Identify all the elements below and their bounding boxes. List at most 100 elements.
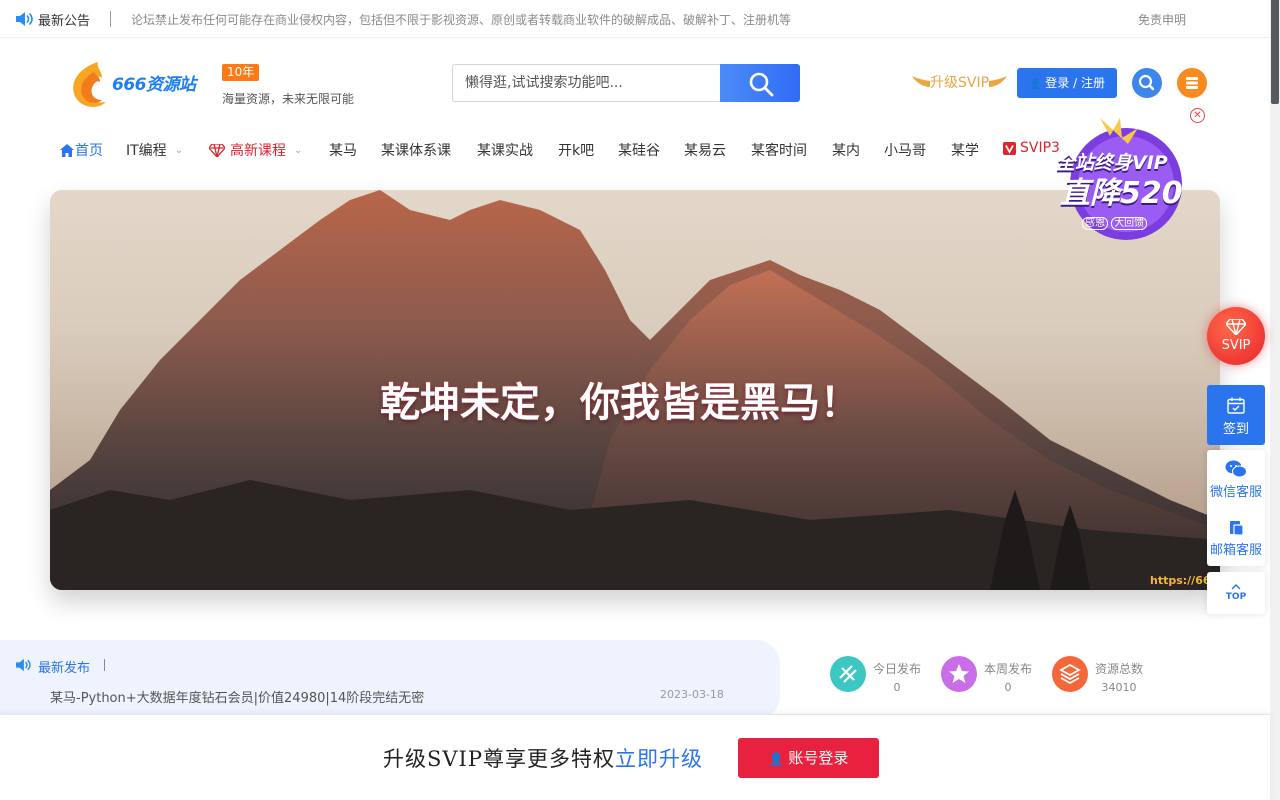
search-input[interactable] — [452, 64, 720, 102]
sidebar-checkin-button[interactable]: 签到 — [1207, 385, 1265, 445]
search-icon — [749, 72, 774, 97]
wechat-icon — [1225, 460, 1247, 478]
nav-label: 某课实战 — [477, 143, 533, 159]
divider — [104, 659, 105, 671]
search-icon — [1138, 74, 1155, 91]
week-publish-value: 0 — [1004, 681, 1012, 694]
sidebar-checkin-label: 签到 — [1222, 422, 1249, 437]
scrollbar-track[interactable] — [1270, 0, 1280, 800]
nav-item-geek-time[interactable]: 某客时间 — [751, 140, 807, 160]
bottom-upgrade-bar: 升级SVIP尊享更多特权立即升级 👤 账号登录 — [0, 714, 1270, 800]
upgrade-svip-link[interactable]: 升级SVIP — [912, 72, 1008, 92]
site-slogan: 海量资源，未来无限可能 — [222, 92, 355, 106]
latest-item-title[interactable]: 某马-Python+大数据年度钻石会员|价值24980|14阶段完结无密 — [50, 687, 424, 706]
today-publish-label: 今日发布 — [873, 662, 922, 676]
today-publish-value: 0 — [893, 681, 901, 694]
nav-item-netease-cloud[interactable]: 某易云 — [684, 140, 726, 160]
email-icon — [1230, 521, 1244, 536]
promo-line2: 直降520 — [1060, 176, 1183, 211]
upgrade-svip-label: 升级SVIP — [930, 75, 990, 91]
promo-tag1: 感恩 — [1082, 217, 1108, 230]
search-button[interactable] — [720, 64, 800, 102]
nav-label: IT编程 — [126, 143, 167, 159]
nav-item-moune[interactable]: 某内 — [832, 140, 860, 160]
vip-promo-badge[interactable]: 全站终身VIP 直降520 感恩 大回馈 — [1050, 110, 1200, 245]
sidebar-svip-button[interactable]: SVIP — [1207, 307, 1265, 365]
sidebar-svip-label: SVIP — [1221, 338, 1251, 353]
promo-tags: 感恩 大回馈 — [1082, 214, 1148, 230]
login-register-button[interactable]: 👤 登录 / 注册 — [1017, 68, 1117, 98]
speaker-icon — [16, 12, 33, 26]
header-menu-button[interactable] — [1177, 68, 1207, 98]
nav-label: 某客时间 — [751, 143, 807, 159]
total-resource-label: 资源总数 — [1095, 662, 1144, 676]
nav-item-home[interactable]: 首页 — [60, 140, 103, 160]
login-register-label: 登录 / 注册 — [1045, 76, 1105, 90]
search-box — [452, 64, 800, 102]
chevron-down-icon: ⌄ — [294, 144, 303, 156]
nav-label: 某课体系课 — [381, 143, 451, 159]
today-publish-icon — [830, 656, 866, 692]
nav-item-it-programming[interactable]: IT编程 ⌄ — [126, 140, 183, 160]
logo-flame-icon — [73, 62, 106, 107]
nav-label: 某易云 — [684, 143, 726, 159]
account-login-button[interactable]: 👤 账号登录 — [738, 738, 879, 778]
back-to-top-button[interactable]: TOP — [1207, 572, 1265, 614]
upgrade-now-link[interactable]: 立即升级 — [615, 747, 703, 771]
sidebar-email-service[interactable]: 邮箱客服 — [1207, 520, 1265, 558]
total-resource-value: 34010 — [1101, 681, 1137, 694]
nav-item-kaikeba[interactable]: 开k吧 — [558, 140, 594, 160]
vip-badge-icon — [1003, 141, 1016, 155]
nav-item-practical-course[interactable]: 某课实战 — [477, 140, 533, 160]
logo-text: 666资源站 — [112, 75, 196, 95]
star-icon — [941, 656, 977, 692]
sidebar-email-label: 邮箱客服 — [1209, 543, 1262, 558]
disclaimer-link[interactable]: 免责申明 — [1138, 11, 1186, 28]
site-logo[interactable]: 666资源站 — [68, 58, 208, 110]
years-badge: 10年 — [222, 64, 260, 81]
menu-icon — [1186, 77, 1198, 89]
speaker-icon — [16, 658, 31, 672]
scrollbar-thumb[interactable] — [1271, 0, 1279, 104]
diamond-icon — [209, 143, 225, 157]
wing-left-icon — [912, 76, 930, 87]
week-publish-label: 本周发布 — [984, 662, 1033, 676]
nav-item-system-course[interactable]: 某课体系课 — [381, 140, 451, 160]
diamond-icon — [1226, 319, 1246, 335]
promo-tag2: 大回馈 — [1111, 217, 1148, 230]
nav-item-xiaomage[interactable]: 小马哥 — [884, 140, 926, 160]
user-icon: 👤 — [1029, 79, 1042, 90]
nav-label: 某硅谷 — [618, 143, 660, 159]
notice-bar: 最新公告 论坛禁止发布任何可能存在商业侵权内容，包括但不限于影视资源、原创或者转… — [0, 0, 1270, 38]
nav-item-silicon-valley[interactable]: 某硅谷 — [618, 140, 660, 160]
nav-label: 某学 — [951, 143, 979, 159]
back-to-top-label: TOP — [1225, 592, 1247, 602]
nav-item-hot-courses[interactable]: 高新课程 ⌄ — [209, 140, 302, 160]
banner-headline: 乾坤未定，你我皆是黑马！ — [380, 380, 860, 426]
notice-title: 最新公告 — [38, 14, 91, 29]
nav-item-mouma[interactable]: 某马 — [329, 140, 357, 160]
hero-banner[interactable]: 乾坤未定，你我皆是黑马！ https://66 — [50, 190, 1220, 590]
header-search-button[interactable] — [1132, 68, 1162, 98]
bottom-upgrade-text: 升级SVIP尊享更多特权立即升级 — [383, 743, 703, 773]
latest-item-date: 2023-03-18 — [660, 688, 724, 701]
promo-close-button[interactable]: ✕ — [1190, 108, 1205, 123]
nav-label: 小马哥 — [884, 143, 926, 159]
nav-label: 某内 — [832, 143, 860, 159]
bottom-upgrade-message: 升级SVIP尊享更多特权 — [383, 747, 615, 771]
arrow-up-icon — [1231, 584, 1241, 590]
nav-item-mouxue[interactable]: 某学 — [951, 140, 979, 160]
sidebar-wechat-label: 微信客服 — [1209, 485, 1262, 500]
nav-label: 开k吧 — [558, 143, 595, 159]
banner-url: https://66 — [1150, 574, 1211, 587]
user-icon: 👤 — [768, 752, 784, 766]
notice-text[interactable]: 论坛禁止发布任何可能存在商业侵权内容，包括但不限于影视资源、原创或者转载商业软件… — [131, 11, 791, 28]
layers-icon — [1052, 656, 1088, 692]
nav-label: 高新课程 — [230, 143, 286, 159]
latest-title: 最新发布 — [38, 661, 91, 676]
nav-label: 某马 — [329, 143, 357, 159]
divider — [110, 11, 111, 27]
sidebar-wechat-service[interactable]: 微信客服 — [1207, 460, 1265, 500]
latest-release-panel: 最新发布 某马-Python+大数据年度钻石会员|价值24980|14阶段完结无… — [0, 640, 780, 720]
calendar-icon — [1227, 397, 1245, 414]
